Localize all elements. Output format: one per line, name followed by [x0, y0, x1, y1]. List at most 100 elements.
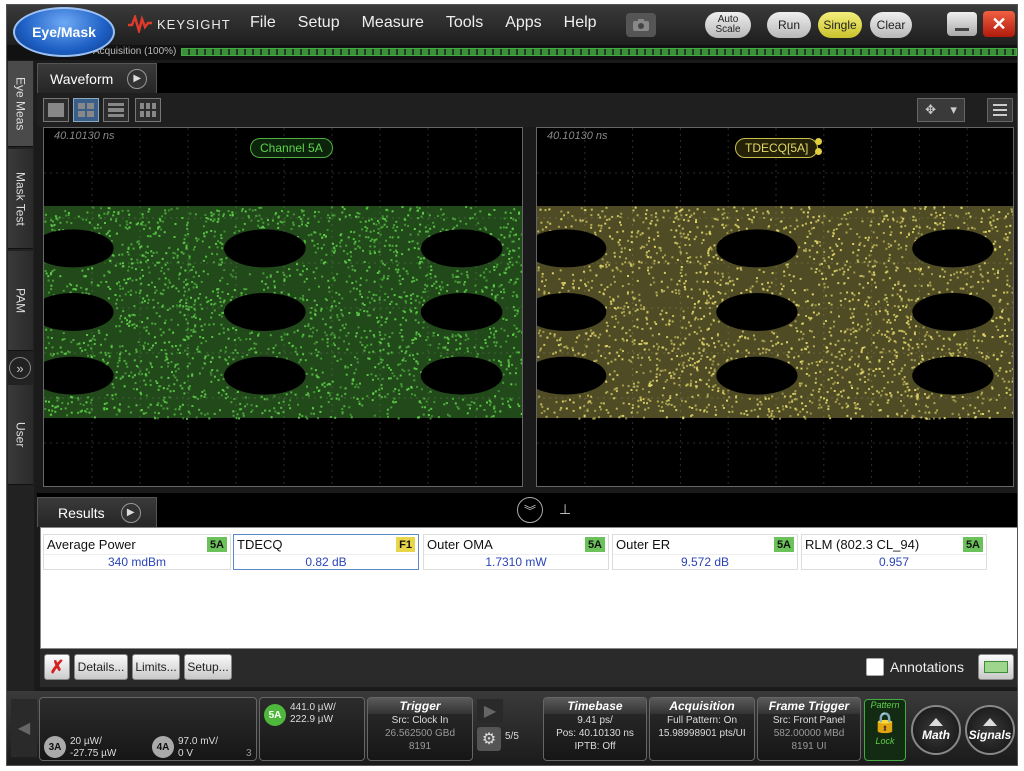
trigger-box[interactable]: Trigger Src: Clock In 26.562500 GBd 8191 — [367, 697, 473, 761]
result-name: TDECQ — [237, 537, 283, 552]
tab-results[interactable]: Results ▶ — [37, 497, 157, 527]
triangle-left-icon: ◀ — [17, 720, 31, 737]
annotations-toggle-button[interactable] — [978, 654, 1014, 680]
results-footer: ✗ Details... Limits... Setup... Annotati… — [40, 649, 1017, 687]
pan-tool-button[interactable]: ✥ ▾ — [917, 98, 965, 122]
tab-waveform[interactable]: Waveform ▶ — [37, 63, 157, 93]
result-average-power[interactable]: Average Power 5A 340 mdBm — [43, 534, 231, 570]
scope-pane-channel-5a[interactable]: 40.10130 ns Channel 5A — [43, 127, 523, 487]
status-bar: ◀ 3A 20 µW/ -27.75 µW 4A 97.0 mV/ 0 V 3 … — [7, 691, 1017, 765]
left-tab-strip: Eye Meas Mask Test PAM » User — [7, 61, 34, 691]
result-rlm[interactable]: RLM (802.3 CL_94) 5A 0.957 — [801, 534, 987, 570]
layout-multi-button[interactable] — [135, 98, 161, 122]
expand-tabs-button[interactable]: » — [9, 357, 31, 379]
layout-side-by-side-button[interactable] — [73, 98, 99, 122]
result-value: 1.7310 mW — [424, 554, 608, 569]
pattern-lock-button[interactable]: Pattern 🔒 Lock — [864, 699, 906, 761]
waveform-menu-button[interactable] — [987, 98, 1013, 122]
tab-mask-test-label: Mask Test — [13, 171, 28, 226]
menu-bar: Eye/Mask KEYSIGHT File Setup Measure Too… — [7, 5, 1017, 57]
layout-single-icon — [48, 103, 64, 117]
double-chevron-right-icon: » — [16, 360, 24, 376]
menu-tools[interactable]: Tools — [435, 14, 494, 32]
menu-measure[interactable]: Measure — [351, 14, 435, 32]
channel-5a-label[interactable]: Channel 5A — [250, 138, 333, 158]
result-value: 0.82 dB — [234, 554, 418, 569]
acquisition-full-pattern: Full Pattern: On — [666, 715, 738, 726]
scroll-left-button[interactable]: ◀ — [11, 699, 37, 757]
result-source-badge: 5A — [584, 537, 605, 552]
tab-pam[interactable]: PAM — [8, 251, 33, 351]
menu-help[interactable]: Help — [553, 14, 608, 32]
tab-mask-test[interactable]: Mask Test — [8, 149, 33, 249]
limits-button[interactable]: Limits... — [132, 654, 180, 680]
channel-5a-scale: 441.0 µW/ — [290, 702, 336, 713]
menu-file[interactable]: File — [239, 14, 287, 32]
dropdown-triangle-icon: ▾ — [950, 102, 957, 117]
result-name: Average Power — [47, 537, 136, 552]
layout-stacked-icon — [108, 103, 124, 117]
play-arrow-icon[interactable]: ▶ — [127, 68, 148, 89]
trigger-pattern-length: 8191 — [408, 741, 432, 752]
result-value: 340 mdBm — [44, 554, 230, 569]
collapse-results-button[interactable]: ︾ — [517, 497, 543, 523]
scroll-right-button[interactable]: ▶ — [477, 699, 503, 723]
acquisition-progress-strip: Acquisition (100%) — [7, 45, 1017, 60]
timebase-iptb: IPTB: Off — [574, 741, 616, 752]
run-button[interactable]: Run — [767, 12, 811, 38]
pin-icon[interactable]: ⊥ — [559, 501, 571, 518]
result-source-badge: 5A — [773, 537, 794, 552]
eye-diagram-channel-5a — [44, 206, 522, 420]
tdecq-5a-label[interactable]: TDECQ[5A] — [735, 138, 819, 158]
layout-stacked-button[interactable] — [103, 98, 129, 122]
scope-window: Eye/Mask KEYSIGHT File Setup Measure Too… — [6, 4, 1018, 766]
scope-pane-tdecq[interactable]: 40.10130 ns TDECQ[5A] — [536, 127, 1014, 487]
lock-icon: 🔒 — [872, 712, 898, 734]
delete-measurement-button[interactable]: ✗ — [44, 654, 70, 680]
eye-mask-mode-button[interactable]: Eye/Mask — [13, 7, 115, 57]
details-button[interactable]: Details... — [74, 654, 128, 680]
channel-3a-scale: 20 µW/ — [70, 736, 102, 747]
channel-5a-box[interactable]: 5A 441.0 µW/ 222.9 µW — [259, 697, 365, 761]
trigger-title: Trigger — [368, 698, 472, 714]
tab-eye-meas[interactable]: Eye Meas — [8, 61, 33, 147]
play-arrow-icon[interactable]: ▶ — [120, 502, 141, 523]
menu-setup[interactable]: Setup — [287, 14, 351, 32]
screenshot-button[interactable] — [626, 13, 656, 37]
signals-button[interactable]: Signals — [965, 705, 1015, 755]
result-tdecq[interactable]: TDECQ F1 0.82 dB — [233, 534, 419, 570]
timebase-position: Pos: 40.10130 ns — [556, 728, 634, 739]
auto-scale-button[interactable]: Auto Scale — [705, 12, 751, 38]
acquisition-box[interactable]: Acquisition Full Pattern: On 15.98998901… — [649, 697, 755, 761]
single-button[interactable]: Single — [818, 12, 862, 38]
layout-single-button[interactable] — [43, 98, 69, 122]
red-x-icon: ✗ — [49, 656, 65, 677]
frame-trigger-length: 8191 UI — [791, 741, 827, 752]
minimize-button[interactable] — [947, 12, 977, 36]
acquisition-pts-per-ui: 15.98998901 pts/UI — [658, 728, 746, 739]
channel-summary-box[interactable]: 3A 20 µW/ -27.75 µW 4A 97.0 mV/ 0 V 3 — [39, 697, 257, 761]
timebase-box[interactable]: Timebase 9.41 ps/ Pos: 40.10130 ns IPTB:… — [543, 697, 647, 761]
channel-3a-badge: 3A — [44, 736, 66, 758]
result-outer-er[interactable]: Outer ER 5A 9.572 dB — [612, 534, 798, 570]
camera-icon — [633, 19, 649, 31]
time-position-label: 40.10130 ns — [54, 130, 115, 142]
more-options-dots-icon[interactable] — [815, 138, 822, 158]
tab-user[interactable]: User — [8, 385, 33, 485]
layout-grid-icon — [78, 103, 94, 117]
result-outer-oma[interactable]: Outer OMA 5A 1.7310 mW — [423, 534, 609, 570]
trigger-rate: 26.562500 GBd — [384, 728, 456, 739]
trigger-source: Src: Clock In — [391, 715, 449, 726]
frame-trigger-box[interactable]: Frame Trigger Src: Front Panel 582.00000… — [757, 697, 861, 761]
setup-button[interactable]: Setup... — [184, 654, 232, 680]
math-button[interactable]: Math — [911, 705, 961, 755]
clear-button[interactable]: Clear — [870, 12, 912, 38]
results-tab-bar: Results ▶ ︾ ⊥ — [37, 493, 1017, 527]
annotations-checkbox[interactable] — [866, 658, 884, 676]
close-button[interactable]: ✕ — [983, 11, 1015, 37]
close-icon: ✕ — [991, 13, 1007, 34]
keysight-wave-icon — [128, 15, 152, 33]
menu-apps[interactable]: Apps — [494, 14, 552, 32]
settings-button[interactable]: ⚙ — [477, 727, 501, 751]
triangle-up-icon — [983, 718, 997, 726]
